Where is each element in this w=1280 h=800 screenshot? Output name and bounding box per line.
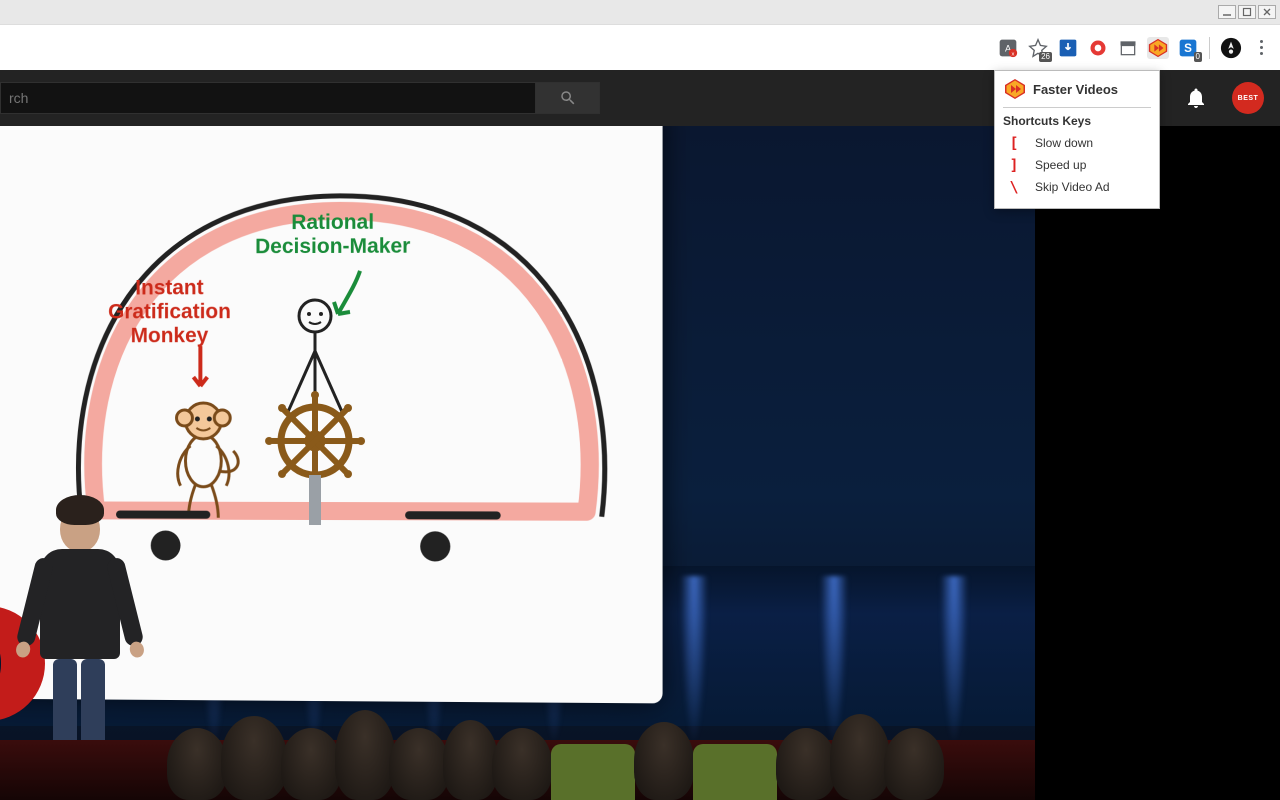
video-sidebar-black xyxy=(1035,126,1280,800)
search-wrap xyxy=(0,82,600,114)
toolbar-divider xyxy=(1209,37,1210,59)
boat-left-drawing xyxy=(111,506,230,566)
shortcut-label: Skip Video Ad xyxy=(1035,180,1110,194)
shortcut-row: \ Skip Video Ad xyxy=(1003,176,1151,198)
s-badge: 0 xyxy=(1194,52,1202,62)
shortcut-label: Speed up xyxy=(1035,158,1086,172)
popup-title: Faster Videos xyxy=(1033,82,1118,97)
notifications-bell-icon[interactable] xyxy=(1184,86,1208,110)
profile-avatar-icon[interactable] xyxy=(1220,37,1242,59)
window-minimize-button[interactable] xyxy=(1218,5,1236,19)
extension-row: Ax 26 S 0 xyxy=(997,37,1272,59)
stick-figure-wheel-drawing xyxy=(265,296,385,526)
faster-videos-icon xyxy=(1003,77,1027,101)
svg-text:x: x xyxy=(1012,51,1015,57)
popup-section-title: Shortcuts Keys xyxy=(1003,114,1151,128)
avatar-text: BEST xyxy=(1238,95,1259,102)
rational-decision-maker-label: RationalDecision-Maker xyxy=(255,211,410,260)
search-icon xyxy=(559,89,577,107)
browser-menu-button[interactable] xyxy=(1250,37,1272,59)
window-maximize-button[interactable] xyxy=(1238,5,1256,19)
red-extension-icon[interactable] xyxy=(1087,37,1109,59)
shortcut-key: ] xyxy=(1009,156,1019,174)
shortcut-row: [ Slow down xyxy=(1003,132,1151,154)
popup-header: Faster Videos xyxy=(1003,77,1151,108)
audience-silhouettes xyxy=(170,680,1035,800)
boat-right-drawing xyxy=(390,506,511,567)
shortcut-key: [ xyxy=(1009,134,1019,152)
search-button[interactable] xyxy=(536,82,600,114)
browser-toolbar: Ax 26 S 0 xyxy=(0,24,1280,70)
instant-gratification-monkey-label: InstantGratificationMonkey xyxy=(108,276,231,348)
shortcut-row: ] Speed up xyxy=(1003,154,1151,176)
bookmark-star-icon[interactable]: 26 xyxy=(1027,37,1049,59)
faster-videos-popup: Faster Videos Shortcuts Keys [ Slow down… xyxy=(994,70,1160,209)
video-player[interactable]: RationalDecision-Maker InstantGratificat… xyxy=(0,126,1035,800)
os-titlebar xyxy=(0,0,1280,24)
downloader-extension-icon[interactable] xyxy=(1057,37,1079,59)
translate-extension-icon[interactable]: Ax xyxy=(997,37,1019,59)
shortcut-label: Slow down xyxy=(1035,136,1093,150)
page-content: BEST RationalDecision-Maker xyxy=(0,70,1280,800)
youtube-avatar[interactable]: BEST xyxy=(1232,82,1264,114)
svg-text:S: S xyxy=(1184,42,1192,55)
s-extension-icon[interactable]: S 0 xyxy=(1177,37,1199,59)
archive-extension-icon[interactable] xyxy=(1117,37,1139,59)
bookmark-badge: 26 xyxy=(1039,52,1052,62)
shortcut-key: \ xyxy=(1009,178,1019,196)
search-input[interactable] xyxy=(0,82,536,114)
window-close-button[interactable] xyxy=(1258,5,1276,19)
faster-videos-extension-icon[interactable] xyxy=(1147,37,1169,59)
youtube-header-right: BEST xyxy=(1184,82,1264,114)
